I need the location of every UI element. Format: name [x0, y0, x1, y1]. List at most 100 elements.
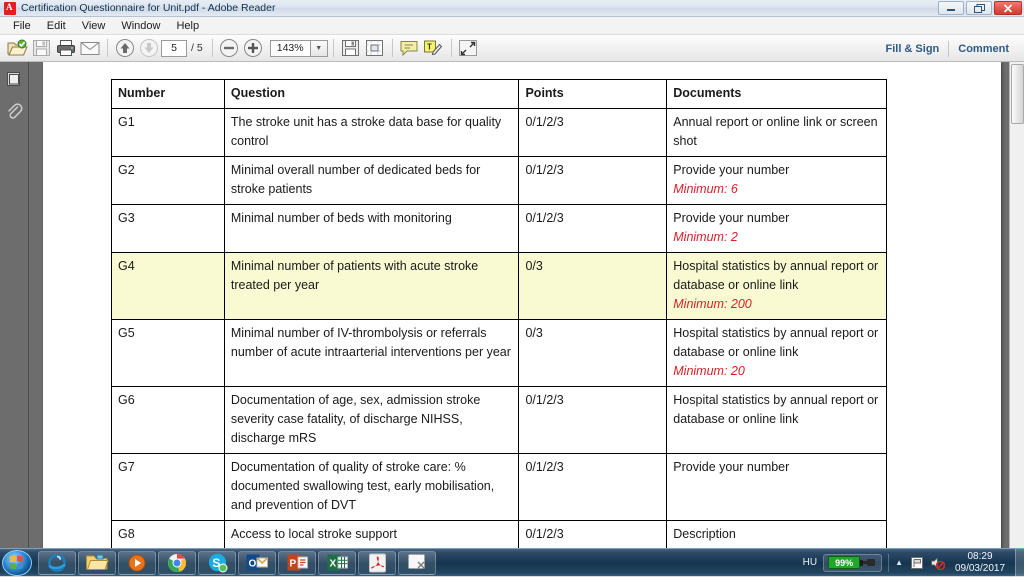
read-mode-icon[interactable] [457, 37, 480, 59]
cell-documents: Description [667, 521, 887, 549]
snipping-tool-icon [407, 553, 427, 572]
cell-question: Documentation of quality of stroke care:… [224, 454, 519, 521]
cell-points: 0/1/2/3 [519, 387, 667, 454]
main-toolbar: 5 / 5 143% ▼ [0, 35, 1024, 62]
column-header-points: Points [519, 80, 667, 109]
powerpoint-icon: P [287, 553, 308, 572]
cell-question: Minimal number of beds with monitoring [224, 205, 519, 253]
svg-text:O: O [249, 559, 257, 570]
comment-button[interactable]: Comment [949, 43, 1018, 55]
cell-question: Documentation of age, sex, admission str… [224, 387, 519, 454]
next-page-icon[interactable] [137, 37, 160, 59]
print-icon[interactable] [54, 37, 77, 59]
save-file-icon[interactable] [30, 37, 53, 59]
close-button[interactable] [994, 1, 1022, 15]
system-tray: HU 99% ▲ 08:29 09/03/2017 [803, 549, 1015, 577]
taskbar-item-file-explorer[interactable] [78, 551, 116, 575]
documents-text: Annual report or online link or screen s… [673, 115, 877, 148]
cell-documents: Provide your numberMinimum: 2 [667, 205, 887, 253]
cell-points: 0/1/2/3 [519, 109, 667, 157]
documents-text: Description [673, 527, 736, 541]
cell-number: G3 [112, 205, 225, 253]
svg-text:P: P [289, 559, 296, 570]
cell-documents: Annual report or online link or screen s… [667, 109, 887, 157]
taskbar-item-adobe-reader[interactable] [358, 551, 396, 575]
toolbar-separator-3 [333, 39, 334, 57]
cell-number: G6 [112, 387, 225, 454]
zoom-level-value[interactable]: 143% [270, 40, 311, 57]
workspace: Number Question Points Documents G1The s… [0, 62, 1024, 548]
snapshot-icon[interactable] [363, 37, 386, 59]
table-row: G2Minimal overall number of dedicated be… [112, 157, 887, 205]
windows-logo-icon [10, 556, 24, 570]
show-desktop-button[interactable] [1015, 549, 1024, 577]
sticky-note-icon[interactable] [398, 37, 421, 59]
menu-window[interactable]: Window [114, 18, 167, 34]
column-header-documents: Documents [667, 80, 887, 109]
excel-icon: X [327, 553, 348, 572]
cell-question: Minimal number of patients with acute st… [224, 253, 519, 320]
chevron-down-icon[interactable]: ▼ [311, 40, 328, 57]
table-header-row: Number Question Points Documents [112, 80, 887, 109]
toolbar-separator [107, 39, 108, 57]
vertical-scrollbar[interactable] [1009, 62, 1024, 548]
battery-level: 99% [828, 556, 860, 569]
clock-date: 09/03/2017 [951, 563, 1009, 575]
cell-points: 0/3 [519, 320, 667, 387]
page-number-input[interactable]: 5 [161, 40, 187, 57]
pdf-icon [4, 2, 16, 15]
menu-file[interactable]: File [6, 18, 38, 34]
cell-question: Minimal overall number of dedicated beds… [224, 157, 519, 205]
cell-documents: Hospital statistics by annual report or … [667, 253, 887, 320]
zoom-in-icon[interactable] [242, 37, 265, 59]
scrollbar-thumb[interactable] [1011, 64, 1024, 124]
outlook-icon: O [246, 553, 268, 572]
action-center-flag-icon[interactable] [909, 555, 924, 570]
open-file-icon[interactable] [6, 37, 29, 59]
document-area[interactable]: Number Question Points Documents G1The s… [29, 62, 1024, 548]
taskbar-item-media-player[interactable] [118, 551, 156, 575]
documents-text: Hospital statistics by annual report or … [673, 326, 878, 359]
page-thumbnails-icon[interactable] [3, 68, 25, 90]
cell-number: G8 [112, 521, 225, 549]
google-chrome-icon [166, 552, 188, 574]
minimize-button[interactable] [938, 1, 964, 15]
taskbar-item-excel[interactable]: X [318, 551, 356, 575]
speaker-muted-icon[interactable] [930, 555, 945, 570]
language-indicator[interactable]: HU [803, 557, 817, 568]
cell-number: G4 [112, 253, 225, 320]
save-a-copy-icon[interactable] [339, 37, 362, 59]
taskbar-item-snipping-tool[interactable] [398, 551, 436, 575]
taskbar-item-outlook[interactable]: O [238, 551, 276, 575]
menu-help[interactable]: Help [169, 18, 206, 34]
zoom-level-combo[interactable]: 143% ▼ [270, 40, 328, 57]
internet-explorer-icon [46, 553, 68, 573]
adobe-reader-icon [368, 553, 387, 573]
attachments-icon[interactable] [3, 100, 25, 122]
battery-indicator[interactable]: 99% [823, 554, 882, 572]
taskbar-item-google-chrome[interactable] [158, 551, 196, 575]
show-hidden-icons-icon[interactable]: ▲ [895, 558, 903, 567]
table-row: G4Minimal number of patients with acute … [112, 253, 887, 320]
window-controls [938, 1, 1022, 15]
email-icon[interactable] [78, 37, 101, 59]
restore-button[interactable] [966, 1, 992, 15]
previous-page-icon[interactable] [113, 37, 136, 59]
fill-and-sign-button[interactable]: Fill & Sign [876, 43, 948, 55]
minimum-requirement: Minimum: 20 [673, 362, 880, 381]
cell-question: Minimal number of IV-thrombolysis or ref… [224, 320, 519, 387]
clock-time: 08:29 [951, 551, 1009, 563]
menu-view[interactable]: View [75, 18, 113, 34]
taskbar-item-internet-explorer[interactable] [38, 551, 76, 575]
taskbar-item-powerpoint[interactable]: P [278, 551, 316, 575]
svg-text:T: T [427, 43, 432, 52]
toolbar-separator-2 [212, 39, 213, 57]
zoom-out-icon[interactable] [218, 37, 241, 59]
taskbar-item-skype[interactable]: S [198, 551, 236, 575]
menu-edit[interactable]: Edit [40, 18, 73, 34]
clock[interactable]: 08:29 09/03/2017 [951, 551, 1009, 575]
documents-text: Provide your number [673, 163, 789, 177]
highlight-text-icon[interactable]: T [422, 37, 445, 59]
start-button-icon[interactable] [2, 550, 32, 576]
toolbar-separator-5 [451, 39, 452, 57]
